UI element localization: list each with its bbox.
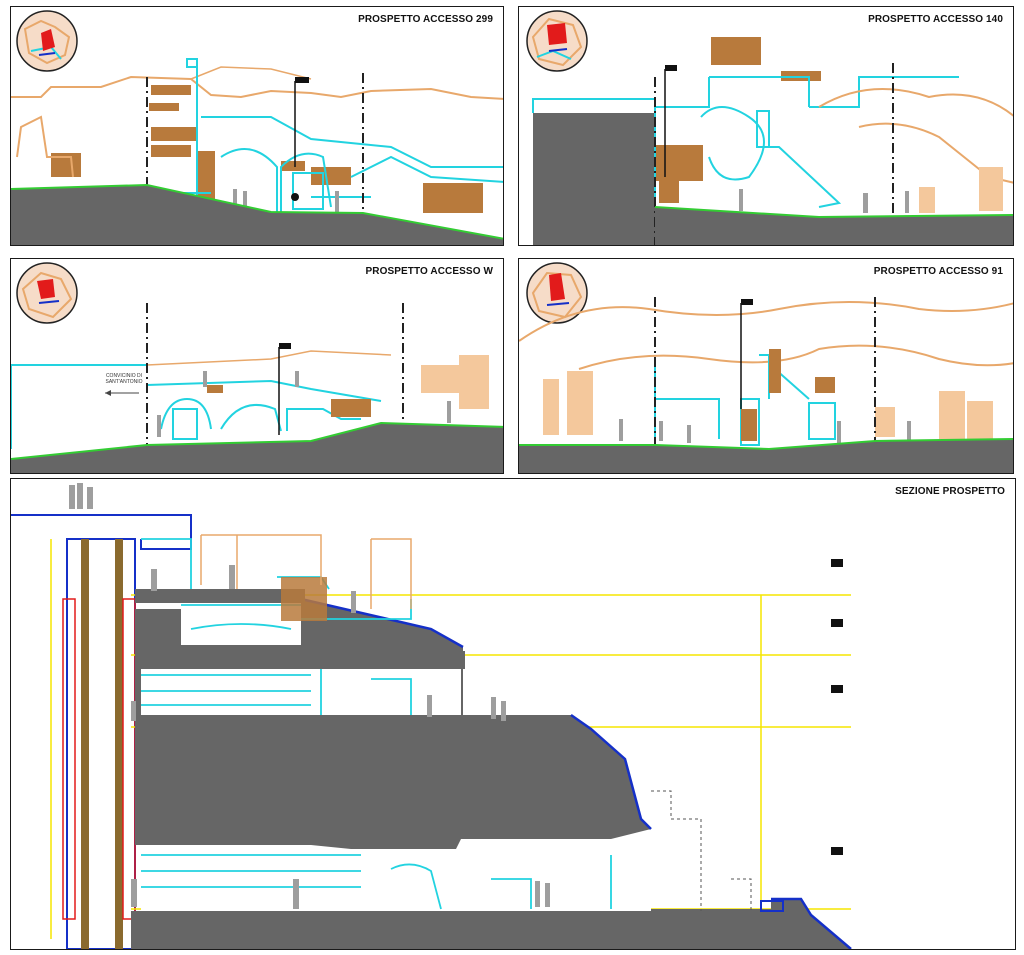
section-panel: SEZIONE PROSPETTO	[10, 478, 1016, 950]
elevation-panel-299: PROSPETTO ACCESSO 299	[10, 6, 504, 246]
locator-map-icon	[16, 262, 78, 324]
elevation-panel-140: PROSPETTO ACCESSO 140	[518, 6, 1014, 246]
panel-title-section: SEZIONE PROSPETTO	[895, 486, 1005, 497]
locator-map-icon	[16, 10, 78, 72]
locator-map-icon	[526, 10, 588, 72]
street-annotation: CONVICINIO DI SANT'ANTONIO	[105, 373, 143, 385]
locator-map-icon	[526, 262, 588, 324]
panel-title-299: PROSPETTO ACCESSO 299	[358, 14, 493, 25]
elevation-panel-91: PROSPETTO ACCESSO 91	[518, 258, 1014, 474]
section-drawing	[11, 483, 1015, 949]
elevation-drawing-299	[11, 10, 503, 245]
drawing-sheet: PROSPETTO ACCESSO 299 PROSPETTO ACCESSO …	[0, 0, 1024, 955]
elevation-drawing-w	[11, 262, 503, 473]
panel-title-140: PROSPETTO ACCESSO 140	[868, 14, 1003, 25]
elevation-drawing-140	[526, 10, 1013, 245]
elevation-panel-w: PROSPETTO ACCESSO W CONVICINIO DI SANT'A…	[10, 258, 504, 474]
panel-title-w: PROSPETTO ACCESSO W	[365, 266, 493, 277]
panel-title-91: PROSPETTO ACCESSO 91	[873, 266, 1003, 277]
elevation-drawing-91	[519, 262, 1013, 473]
